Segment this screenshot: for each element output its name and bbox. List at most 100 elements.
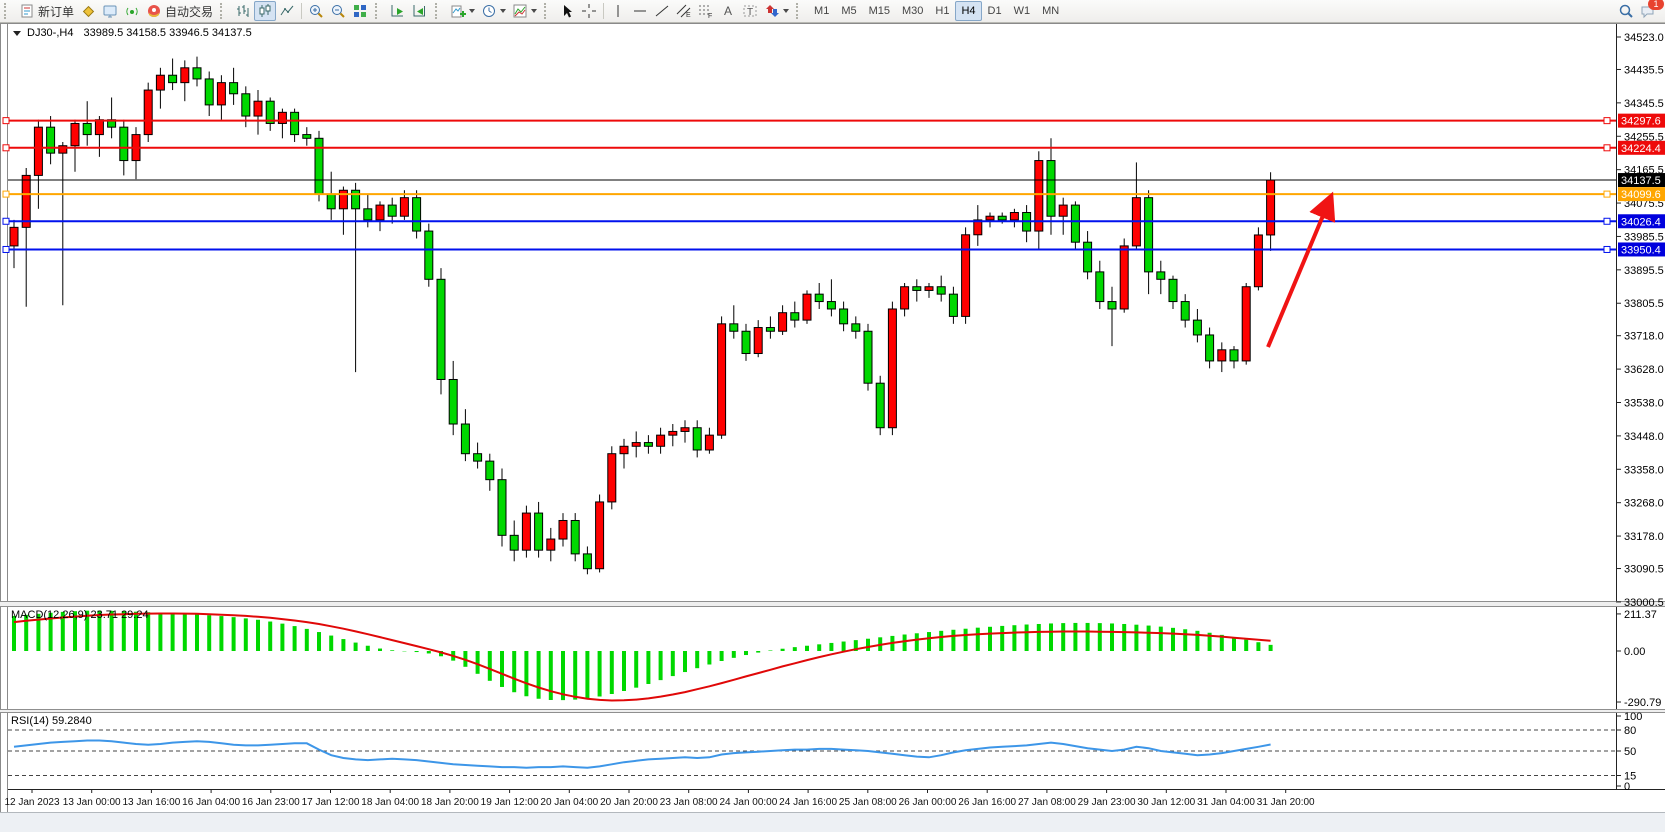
price-line-34099.6[interactable]: [3, 191, 1616, 197]
text-icon: A: [720, 3, 736, 19]
signals-button[interactable]: [121, 1, 143, 21]
notifications-button[interactable]: 1: [1637, 1, 1659, 21]
svg-text:A: A: [724, 4, 732, 18]
seal-button[interactable]: [77, 1, 99, 21]
arrow-objects-icon: [764, 3, 780, 19]
time-label: 24 Jan 00:00: [719, 797, 777, 808]
gold-seal-icon: [80, 3, 96, 19]
price-line-34026.4[interactable]: [3, 218, 1616, 224]
timeframe-group: M1M5M15M30H1H4D1W1MN: [808, 1, 1065, 21]
indicators-button[interactable]: [447, 1, 478, 21]
time-label: 16 Jan 04:00: [182, 797, 240, 808]
rsi-pane: [8, 730, 1616, 776]
bar-chart-button[interactable]: [232, 1, 254, 21]
toolbar-grip[interactable]: [375, 3, 384, 19]
vertical-line-button[interactable]: [607, 1, 629, 21]
arrows-button[interactable]: [761, 1, 792, 21]
auto-scroll-icon: [390, 3, 406, 19]
timeframe-mn[interactable]: MN: [1036, 1, 1065, 21]
market-depth-icon: [102, 3, 118, 19]
toolbar-grip[interactable]: [4, 3, 13, 19]
timeframe-m1[interactable]: M1: [808, 1, 835, 21]
line-chart-icon: [279, 3, 295, 19]
time-label: 31 Jan 20:00: [1257, 797, 1315, 808]
svg-text:33358.0: 33358.0: [1624, 464, 1664, 476]
price-line-33950.4[interactable]: [3, 246, 1616, 252]
zoom-in-icon: [308, 3, 324, 19]
svg-text:33895.5: 33895.5: [1624, 265, 1664, 277]
toolbar-grip[interactable]: [220, 3, 229, 19]
svg-text:0: 0: [1624, 781, 1630, 793]
svg-text:E: E: [686, 12, 691, 19]
svg-text:0.00: 0.00: [1624, 646, 1645, 658]
candlestick-chart-button[interactable]: [254, 1, 276, 21]
trendline-button[interactable]: [651, 1, 673, 21]
text-label-button[interactable]: T: [739, 1, 761, 21]
time-label: 13 Jan 00:00: [63, 797, 121, 808]
autotrade-button[interactable]: 自动交易: [143, 1, 216, 21]
svg-text:33090.5: 33090.5: [1624, 564, 1664, 576]
toolbar-grip[interactable]: [544, 3, 553, 19]
time-label: 20 Jan 20:00: [600, 797, 658, 808]
timeframe-h4[interactable]: H4: [955, 1, 981, 21]
symbol-dropdown-icon[interactable]: [13, 31, 21, 36]
svg-text:-290.79: -290.79: [1624, 697, 1661, 709]
price-badge-33950.4: 33950.4: [1618, 242, 1665, 256]
notification-count-badge: 1: [1648, 0, 1664, 10]
equidistant-channel-icon: E: [676, 3, 692, 19]
add-indicator-icon: [450, 3, 466, 19]
candlestick-chart-icon: [257, 3, 273, 19]
toolbar-grip[interactable]: [796, 3, 805, 19]
price-badge-34224.4: 34224.4: [1618, 141, 1665, 155]
toolbar-right: 1: [1615, 1, 1659, 21]
fibonacci-button[interactable]: F: [695, 1, 717, 21]
time-label: 25 Jan 08:00: [839, 797, 897, 808]
toolbar-grip[interactable]: [435, 3, 444, 19]
cursor-button[interactable]: [556, 1, 578, 21]
timeframe-h1[interactable]: H1: [929, 1, 955, 21]
line-chart-button[interactable]: [276, 1, 298, 21]
timeframe-d1[interactable]: D1: [982, 1, 1008, 21]
chart-window: 34523.034435.534345.534255.534165.534075…: [0, 23, 1665, 832]
timeframe-w1[interactable]: W1: [1008, 1, 1037, 21]
dropdown-caret: [531, 9, 537, 13]
svg-text:100: 100: [1624, 711, 1642, 723]
time-label: 19 Jan 12:00: [481, 797, 539, 808]
periods-button[interactable]: [478, 1, 509, 21]
chart-canvas[interactable]: 34523.034435.534345.534255.534165.534075…: [0, 23, 1665, 832]
templates-button[interactable]: [509, 1, 540, 21]
mt4-window: { "toolbar": { "new_order_label": "新订单",…: [0, 0, 1665, 832]
market-depth-button[interactable]: [99, 1, 121, 21]
crosshair-button[interactable]: [578, 1, 600, 21]
autotrade-label: 自动交易: [165, 3, 213, 20]
chart-ohlc-values: 33989.5 34158.5 33946.5 34137.5: [83, 27, 251, 39]
auto-scroll-button[interactable]: [387, 1, 409, 21]
time-label: 24 Jan 16:00: [779, 797, 837, 808]
svg-text:34137.5: 34137.5: [1621, 175, 1661, 187]
text-button[interactable]: A: [717, 1, 739, 21]
dropdown-caret: [783, 9, 789, 13]
zoom-out-button[interactable]: [327, 1, 349, 21]
time-label: 23 Jan 08:00: [660, 797, 718, 808]
chart-shift-icon: [412, 3, 428, 19]
tile-windows-button[interactable]: [349, 1, 371, 21]
svg-text:34026.4: 34026.4: [1621, 216, 1661, 228]
chart-shift-button[interactable]: [409, 1, 431, 21]
price-line-34297.6[interactable]: [3, 118, 1616, 124]
macd-signal-line: [14, 614, 1271, 701]
new-order-button[interactable]: 新订单: [16, 1, 77, 21]
cursor-icon: [559, 3, 575, 19]
horizontal-line-button[interactable]: [629, 1, 651, 21]
template-icon: [512, 3, 528, 19]
fibonacci-icon: F: [698, 3, 714, 19]
timeframe-m15[interactable]: M15: [863, 1, 896, 21]
search-button[interactable]: [1615, 1, 1637, 21]
svg-text:34345.5: 34345.5: [1624, 98, 1664, 110]
price-line-34224.4[interactable]: [3, 145, 1616, 151]
macd-label: MACD(12,26,9) 23.71 29.24: [11, 609, 149, 621]
svg-text:33000.5: 33000.5: [1624, 597, 1664, 609]
channel-button[interactable]: E: [673, 1, 695, 21]
timeframe-m30[interactable]: M30: [896, 1, 929, 21]
timeframe-m5[interactable]: M5: [835, 1, 862, 21]
zoom-in-button[interactable]: [305, 1, 327, 21]
